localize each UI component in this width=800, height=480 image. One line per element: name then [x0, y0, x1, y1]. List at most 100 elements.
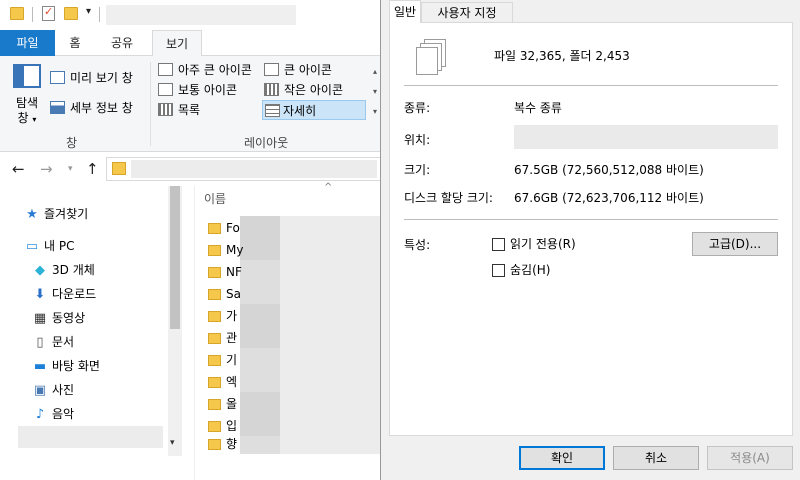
nav-item-3d-objects[interactable]: ◆ 3D 개체 [32, 259, 95, 281]
list-item[interactable]: 올 [208, 393, 237, 415]
large-icons-button[interactable]: 큰 아이콘 [264, 60, 332, 80]
dialog-tabs: 일반 사용자 지정 [381, 0, 800, 23]
checkbox-box[interactable] [492, 238, 505, 251]
tab-share[interactable]: 공유 [102, 30, 142, 56]
folder-icon [208, 245, 221, 256]
checkbox-box[interactable] [492, 264, 505, 277]
nav-item-quick-access[interactable]: ★ 즐겨찾기 [24, 203, 88, 225]
details-pane-icon [50, 101, 65, 114]
list-icon [158, 103, 173, 116]
nav-item-pictures[interactable]: ▣ 사진 [32, 379, 74, 401]
divider [404, 85, 778, 86]
customize-toolbar-chevron-icon[interactable]: ▾ [86, 6, 91, 17]
list-item[interactable]: 가 [208, 305, 237, 327]
nav-item-label: 3D 개체 [52, 263, 95, 277]
toolbar-separator [99, 7, 100, 22]
folder-icon [208, 399, 221, 410]
cancel-button[interactable]: 취소 [613, 446, 699, 470]
pane-divider [194, 186, 195, 480]
file-name: 올 [226, 397, 238, 411]
folder-icon [208, 421, 221, 432]
list-item[interactable]: 관 [208, 327, 237, 349]
folder-icon [208, 377, 221, 388]
desktop-icon: ▬ [33, 359, 47, 374]
nav-item-desktop[interactable]: ▬ 바탕 화면 [32, 355, 100, 377]
details-pane-button[interactable]: 세부 정보 창 [50, 98, 133, 118]
list-item[interactable]: Sa [208, 283, 241, 305]
medium-icons-label: 보통 아이콘 [178, 83, 238, 97]
forward-arrow-icon[interactable]: → [40, 160, 53, 178]
hidden-checkbox[interactable]: 숨김(H) [492, 262, 550, 278]
document-icon: ▯ [36, 335, 44, 350]
small-icons-label: 작은 아이콘 [284, 83, 344, 97]
advanced-button[interactable]: 고급(D)... [692, 232, 778, 256]
apply-button[interactable]: 적용(A) [707, 446, 793, 470]
sort-ascending-icon: ^ [324, 182, 333, 193]
list-item[interactable]: Fo [208, 217, 240, 239]
preview-pane-label: 미리 보기 창 [70, 71, 133, 85]
tab-file[interactable]: 파일 [0, 30, 55, 56]
small-icons-button[interactable]: 작은 아이콘 [264, 80, 343, 100]
size-label: 크기: [404, 163, 431, 177]
properties-dialog: 일반 사용자 지정 파일 32,365, 폴더 2,453 종류: 복수 종류 … [380, 0, 800, 480]
recent-locations-chevron-icon[interactable]: ▾ [68, 164, 73, 174]
medium-icons-button[interactable]: 보통 아이콘 [158, 80, 237, 100]
film-icon: ▦ [33, 311, 47, 326]
list-button[interactable]: 목록 [158, 100, 200, 120]
list-item[interactable]: 입 [208, 415, 237, 437]
nav-item-label: 즐겨찾기 [44, 207, 89, 221]
properties-icon[interactable] [42, 5, 55, 21]
nav-item-label: 바탕 화면 [52, 359, 100, 373]
address-input[interactable] [106, 157, 382, 181]
nav-item-videos[interactable]: ▦ 동영상 [32, 307, 85, 329]
nav-item-music[interactable]: ♪ 음악 [32, 403, 74, 425]
scrollbar-thumb[interactable] [170, 186, 180, 329]
file-name: 입 [226, 419, 238, 433]
extra-large-icons-icon [158, 63, 173, 76]
tab-home[interactable]: 홈 [58, 30, 92, 56]
ok-button[interactable]: 확인 [519, 446, 605, 470]
large-icons-label: 큰 아이콘 [284, 63, 332, 77]
nav-item-downloads[interactable]: ⬇ 다운로드 [32, 283, 97, 305]
nav-item-this-pc[interactable]: ▭ 내 PC [24, 235, 75, 257]
folder-icon [208, 223, 221, 234]
details-view-button[interactable]: 자세히 [262, 100, 366, 120]
layout-group-label: 레이아웃 [244, 136, 289, 150]
multiple-files-icon [412, 39, 448, 79]
back-arrow-icon[interactable]: ← [12, 160, 25, 178]
cube-icon: ◆ [35, 263, 45, 278]
preview-pane-button[interactable]: 미리 보기 창 [50, 68, 133, 88]
toolbar-separator [32, 7, 33, 22]
list-item[interactable]: My [208, 239, 243, 261]
picture-icon: ▣ [33, 383, 47, 398]
file-name: 관 [226, 331, 238, 345]
new-folder-icon[interactable] [64, 7, 78, 20]
up-arrow-icon[interactable]: ↑ [86, 160, 99, 178]
list-item[interactable]: 기 [208, 349, 237, 371]
list-item[interactable]: 엑 [208, 371, 237, 393]
file-name: 기 [226, 353, 238, 367]
list-item[interactable]: NF [208, 261, 242, 283]
preview-pane-icon [50, 71, 65, 84]
location-label: 위치: [404, 133, 431, 147]
tab-view[interactable]: 보기 [152, 30, 202, 57]
group-divider [150, 62, 151, 146]
chevron-down-icon: ▾ [32, 115, 37, 124]
divider [404, 219, 778, 220]
column-header-name[interactable]: 이름 [204, 190, 226, 207]
navigation-pane-scrollbar[interactable]: ▾ [168, 186, 182, 456]
readonly-checkbox[interactable]: 읽기 전용(R) [492, 236, 576, 252]
disk-size-value: 67.6GB (72,623,706,112 바이트) [514, 191, 704, 205]
navigation-pane-button[interactable]: 탐색 창 ▾ [8, 62, 46, 132]
tab-customize[interactable]: 사용자 지정 [421, 2, 513, 22]
nav-item-label: 문서 [52, 335, 75, 349]
nav-item-label: 동영상 [52, 311, 86, 325]
list-item[interactable]: 향 [208, 437, 237, 451]
navigation-pane-label: 창 [17, 111, 29, 125]
selection-summary: 파일 32,365, 폴더 2,453 [494, 49, 630, 63]
extra-large-icons-button[interactable]: 아주 큰 아이콘 [158, 60, 252, 80]
tab-general[interactable]: 일반 [389, 0, 421, 23]
nav-item-documents[interactable]: ▯ 문서 [32, 331, 74, 353]
scroll-down-chevron-icon[interactable]: ▾ [170, 438, 175, 448]
location-value-redacted [514, 125, 778, 149]
